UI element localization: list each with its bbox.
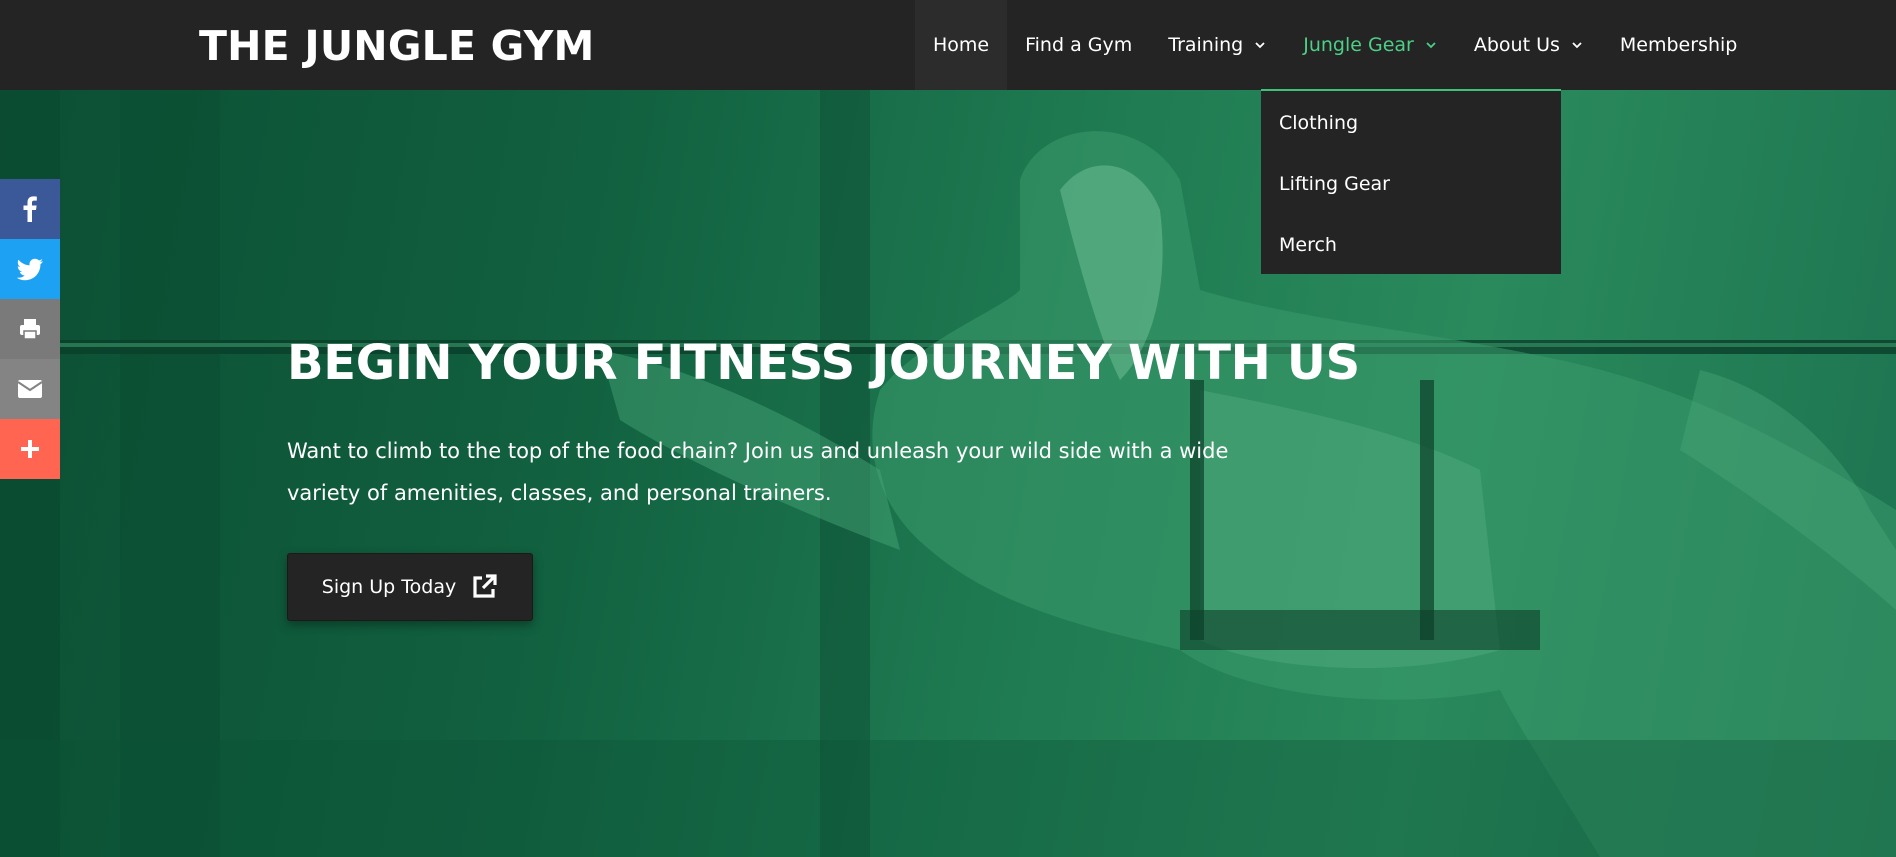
facebook-share-button[interactable] — [0, 179, 60, 239]
external-link-icon — [470, 573, 498, 601]
nav-item-label: Membership — [1619, 34, 1738, 56]
nav-item-find-a-gym[interactable]: Find a Gym — [1007, 0, 1150, 90]
nav-item-training[interactable]: Training — [1150, 0, 1285, 90]
email-share-button[interactable] — [0, 359, 60, 419]
print-button[interactable] — [0, 299, 60, 359]
plus-icon — [15, 434, 45, 464]
hero-title: BEGIN YOUR FITNESS JOURNEY WITH US — [287, 335, 1360, 391]
hero-section: BEGIN YOUR FITNESS JOURNEY WITH US Want … — [0, 90, 1896, 857]
dropdown-item-clothing[interactable]: Clothing — [1261, 101, 1561, 162]
chevron-down-icon — [1253, 38, 1267, 52]
print-icon — [15, 314, 45, 344]
main-nav: Home Find a Gym Training Jungle Gear Abo… — [915, 0, 1755, 90]
chevron-down-icon — [1570, 38, 1584, 52]
site-logo[interactable]: THE JUNGLE GYM — [199, 22, 595, 70]
social-share-bar — [0, 179, 60, 479]
email-icon — [15, 374, 45, 404]
hero-description: Want to climb to the top of the food cha… — [287, 439, 1229, 505]
dropdown-item-merch[interactable]: Merch — [1261, 223, 1561, 284]
twitter-share-button[interactable] — [0, 239, 60, 299]
facebook-icon — [15, 194, 45, 224]
nav-item-jungle-gear[interactable]: Jungle Gear — [1285, 0, 1456, 90]
nav-item-label: Home — [933, 34, 990, 56]
site-header: THE JUNGLE GYM Home Find a Gym Training … — [0, 0, 1896, 90]
chevron-down-icon — [1424, 38, 1438, 52]
sign-up-button[interactable]: Sign Up Today — [287, 553, 533, 621]
more-share-button[interactable] — [0, 419, 60, 479]
twitter-icon — [15, 254, 45, 284]
nav-item-about-us[interactable]: About Us — [1456, 0, 1602, 90]
nav-item-label: Find a Gym — [1025, 34, 1133, 56]
jungle-gear-dropdown: Clothing Lifting Gear Merch — [1261, 89, 1561, 274]
nav-item-membership[interactable]: Membership — [1602, 0, 1755, 90]
dropdown-item-lifting-gear[interactable]: Lifting Gear — [1261, 162, 1561, 223]
nav-item-label: Jungle Gear — [1303, 34, 1414, 56]
nav-item-label: About Us — [1473, 34, 1560, 56]
sign-up-button-label: Sign Up Today — [321, 576, 457, 598]
nav-item-home[interactable]: Home — [915, 0, 1008, 90]
nav-item-label: Training — [1168, 34, 1244, 56]
